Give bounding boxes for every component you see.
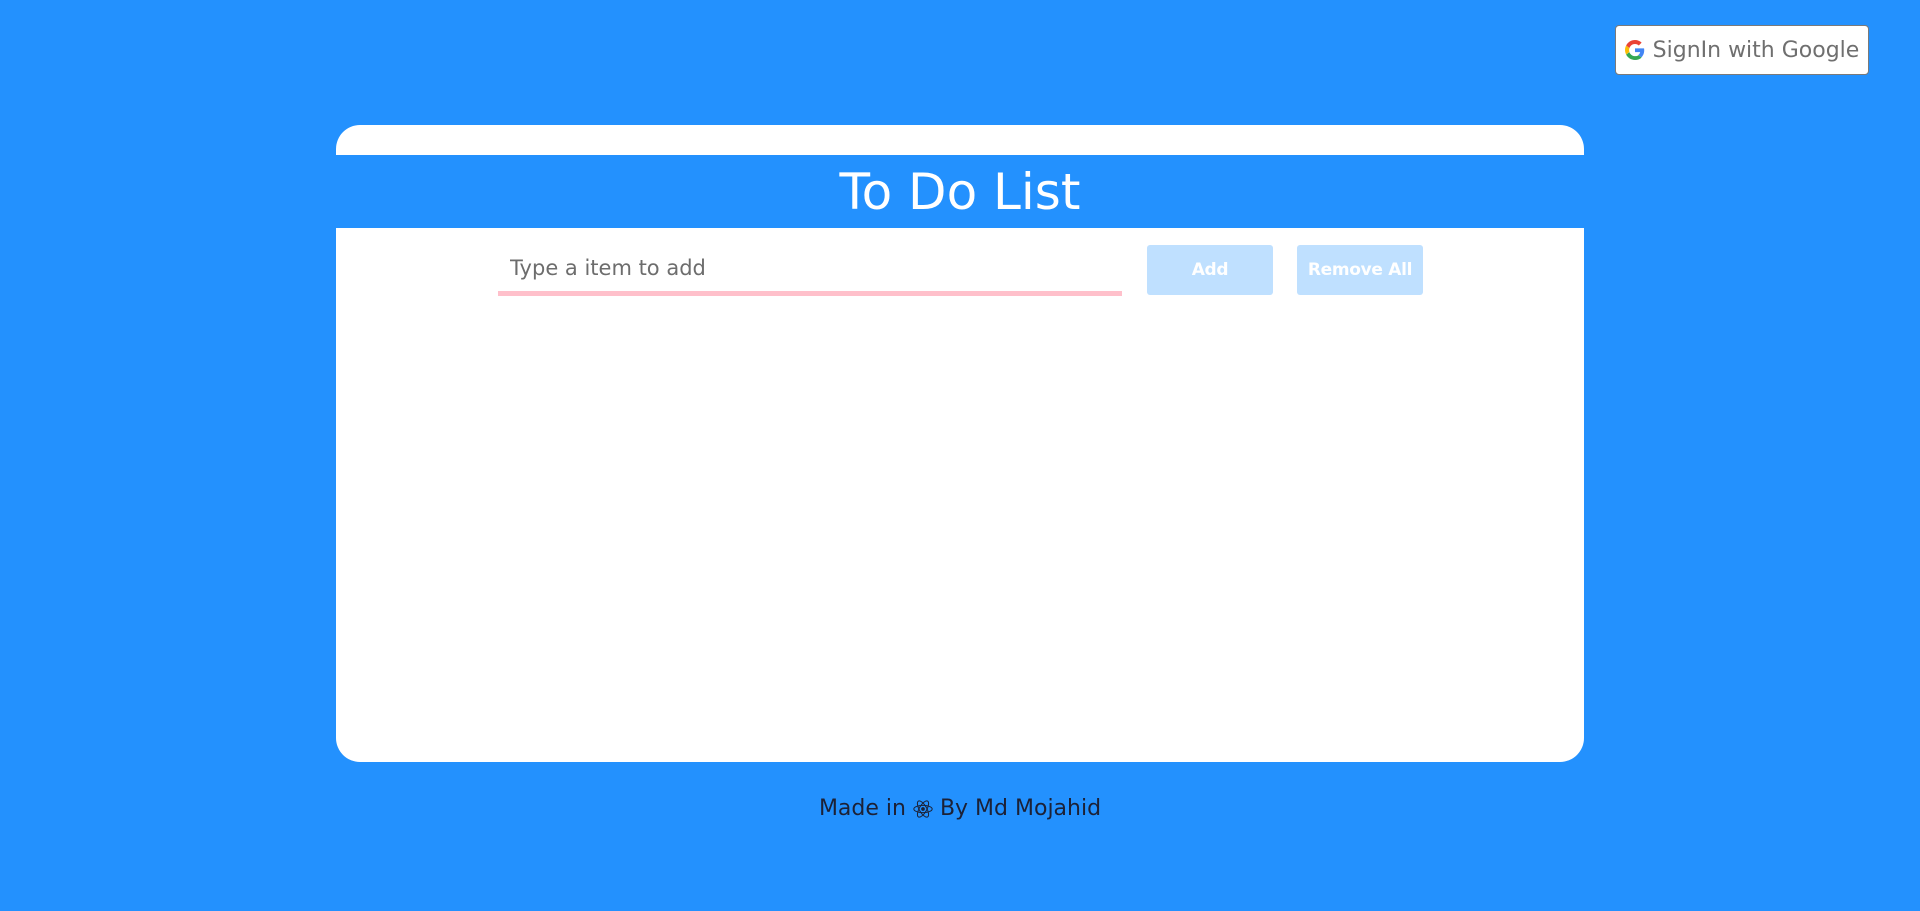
page-title: To Do List	[839, 162, 1081, 221]
todo-card: To Do List Add Remove All	[336, 125, 1584, 762]
todo-list	[498, 315, 1422, 735]
signin-with-google-button[interactable]: SignIn with Google	[1615, 25, 1869, 75]
footer-author-text: By Md Mojahid	[939, 796, 1102, 821]
footer: Made in By Md Mojahid	[0, 796, 1920, 821]
add-item-input[interactable]	[498, 244, 1122, 296]
remove-all-button[interactable]: Remove All	[1297, 245, 1423, 295]
footer-made-in-text: Made in	[818, 796, 906, 821]
google-icon	[1624, 40, 1645, 60]
title-band: To Do List	[336, 155, 1584, 228]
react-icon	[912, 798, 934, 820]
signin-label: SignIn with Google	[1652, 37, 1860, 63]
add-button[interactable]: Add	[1147, 245, 1273, 295]
